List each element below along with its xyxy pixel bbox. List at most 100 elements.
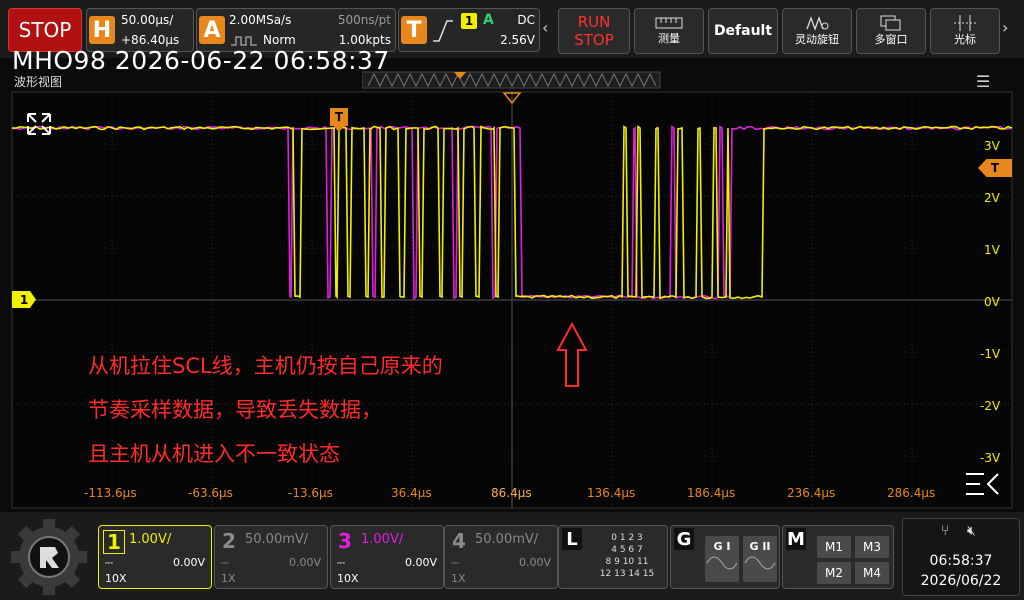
channel-scale: 50.00mV/ (245, 532, 309, 547)
channel-number: 4 (452, 529, 466, 553)
logo-gear-icon[interactable] (10, 518, 88, 596)
x-label: 186.4μs (687, 486, 736, 500)
y-label: 1V (984, 243, 1000, 257)
smart-knob-button[interactable]: 灵动旋钮 (782, 8, 852, 54)
h-offset: +86.40μs (121, 33, 180, 47)
mute-icon[interactable]: 🔇︎ (967, 523, 976, 539)
y-label: 0V (984, 295, 1000, 309)
x-label: 286.4μs (887, 486, 936, 500)
m3-button[interactable]: M3 (855, 536, 889, 558)
stop-label: STOP (18, 18, 72, 42)
sine-icon (744, 556, 776, 570)
cursor-icon (954, 15, 976, 31)
channel-probe: 1X (221, 572, 236, 585)
chevron-right-icon[interactable]: › (1002, 18, 1008, 37)
annotation-text: 从机拉住SCL线，主机仍按自己原来的 节奏采样数据，导致丢失数据， 且主机从机进… (88, 344, 443, 476)
y-label: -3V (980, 451, 1001, 465)
math-label: M (786, 528, 806, 550)
annotation-line: 节奏采样数据，导致丢失数据， (88, 398, 382, 422)
channel-offset: 0.00V (172, 556, 205, 569)
a-ns-per-point: 500ns/pt (337, 13, 391, 27)
x-label: 36.4μs (391, 486, 432, 500)
dc-coupling-icon: ⎓ (105, 558, 113, 569)
channel-offset: 0.00V (404, 556, 437, 569)
math-panel[interactable]: M M1 M3 M2 M4 (782, 525, 894, 589)
channel-offset: 0.00V (518, 556, 551, 569)
channel-probe: 1X (451, 572, 466, 585)
knob-label: 灵动旋钮 (795, 33, 839, 46)
memory-overview-bar[interactable] (362, 70, 662, 90)
waveform-view-label: 波形视图 (14, 75, 63, 89)
a-badge: A (199, 16, 225, 44)
h-timebase: 50.00μs/ (121, 13, 174, 27)
trigger-level: 2.56V (500, 33, 535, 47)
channel-offset: 0.00V (288, 556, 321, 569)
g2-label: G II (749, 540, 771, 553)
y-label: -2V (980, 399, 1001, 413)
channel-probe: 10X (337, 572, 359, 585)
x-label: 136.4μs (587, 486, 636, 500)
trigger-coupling: DC (517, 13, 535, 27)
generator-panel[interactable]: G G I G II (670, 525, 780, 589)
channel-probe: 10X (105, 572, 127, 585)
generator-1-button[interactable]: G I (705, 536, 739, 582)
x-label: -63.6μs (188, 486, 233, 500)
sine-icon (706, 556, 738, 570)
chevron-left-icon[interactable]: ‹ (542, 18, 548, 37)
cursor-button[interactable]: 光标 (930, 8, 1000, 54)
window-icon (880, 15, 901, 31)
annotation-line: 且主机从机进入不一致状态 (88, 442, 340, 466)
logic-row: 4 5 6 7 (611, 545, 643, 555)
measure-button[interactable]: 测量 (634, 8, 704, 54)
status-clock-panel: ⑂ 🔇︎ 06:58:37 2026/06/22 (902, 518, 1020, 596)
screen-title: MHO98 2026-06-22 06:58:37 (12, 46, 390, 75)
trigger-panel[interactable]: T 1 A DC 2.56V (398, 8, 540, 52)
channel-2-panel[interactable]: 2 50.00mV/ 0.00V 1X ⎓ (214, 525, 328, 589)
multi-window-button[interactable]: 多窗口 (856, 8, 926, 54)
clock-time: 06:58:37 (929, 553, 993, 569)
dc-coupling-icon: ⎓ (451, 558, 459, 569)
channel-number: 1 (103, 530, 125, 554)
dc-coupling-icon: ⎓ (337, 558, 345, 569)
logic-row: 0 1 2 3 (611, 533, 643, 543)
m4-button[interactable]: M4 (855, 562, 889, 584)
x-label: -13.6μs (288, 486, 333, 500)
knob-icon (806, 16, 829, 31)
trigger-time-marker-tip (332, 124, 346, 132)
channel-4-panel[interactable]: 4 50.00mV/ 0.00V 1X ⎓ (444, 525, 558, 589)
dc-coupling-icon: ⎓ (221, 558, 229, 569)
ruler-icon (655, 17, 683, 29)
m2-button[interactable]: M2 (817, 562, 851, 584)
channel-scale: 50.00mV/ (475, 532, 539, 547)
logic-panel[interactable]: L 0 1 2 3 4 5 6 7 8 9 10 11 12 13 14 15 (558, 525, 668, 589)
x-label: -113.6μs (84, 486, 137, 500)
default-label: Default (713, 23, 773, 39)
default-button[interactable]: Default (708, 8, 778, 54)
channel-1-panel[interactable]: 1 1.00V/ 0.00V 10X ⎓ (98, 525, 212, 589)
y-label: -1V (980, 347, 1001, 361)
trigger-channel-badge: 1 (461, 13, 477, 29)
run-stop-label: STOP (574, 31, 614, 49)
channel-scale: 1.00V/ (129, 532, 172, 547)
t-badge: T (401, 16, 427, 44)
annotation-line: 从机拉住SCL线，主机仍按自己原来的 (88, 354, 443, 378)
trigger-a-label: A (483, 12, 494, 28)
generator-2-button[interactable]: G II (743, 536, 777, 582)
y-label: 3V (984, 139, 1000, 153)
a-sample-rate: 2.00MSa/s (229, 13, 292, 27)
cursor-label: 光标 (954, 33, 976, 46)
clock-date: 2026/06/22 (920, 573, 1002, 589)
a-points: 1.00kpts (338, 33, 391, 47)
m1-button[interactable]: M1 (817, 536, 851, 558)
y-label: 2V (984, 191, 1000, 205)
logic-label: L (562, 528, 582, 550)
g1-label: G I (713, 540, 731, 553)
channel-scale: 1.00V/ (361, 532, 404, 547)
logic-row: 8 9 10 11 (605, 557, 649, 567)
run-stop-button[interactable]: RUN STOP (558, 8, 630, 54)
channel-number: 3 (338, 529, 352, 553)
menu-icon[interactable]: ☰ (976, 72, 990, 91)
channel-3-panel[interactable]: 3 1.00V/ 0.00V 10X ⎓ (330, 525, 444, 589)
x-label: 86.4μs (491, 486, 532, 500)
channel-number: 2 (222, 529, 236, 553)
